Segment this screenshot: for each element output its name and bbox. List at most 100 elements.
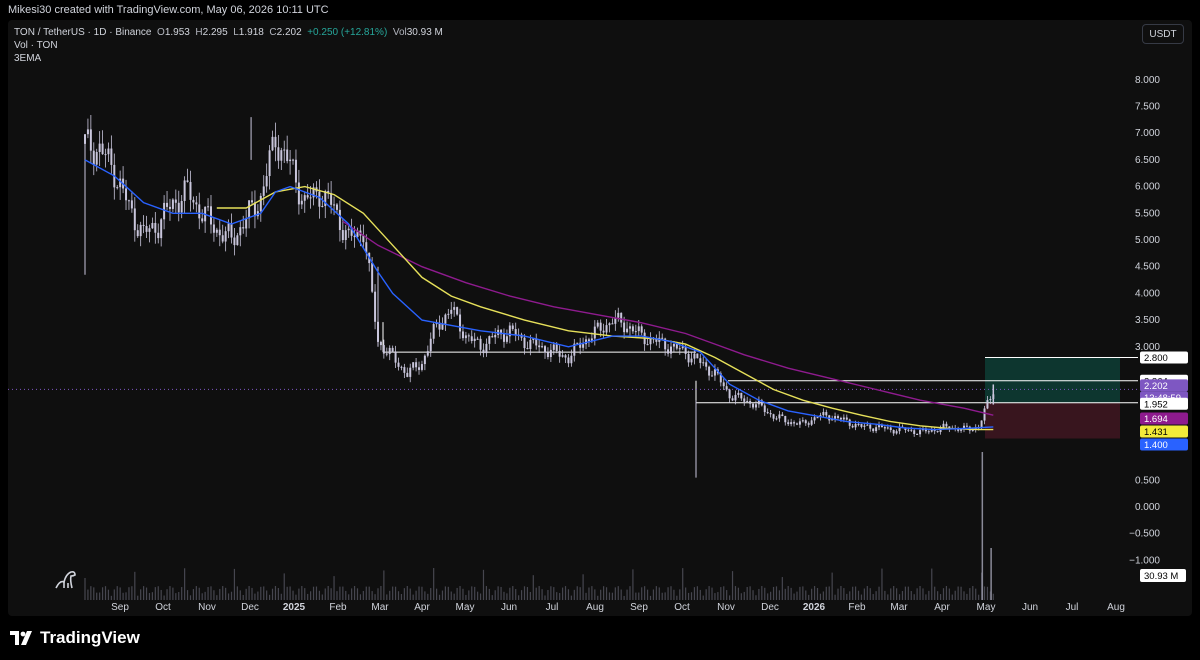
price-tag-text: 2.800 (1144, 353, 1168, 364)
volume-bar (963, 591, 965, 600)
candle-body (942, 423, 945, 428)
volume-bar (336, 591, 338, 600)
volume-bar (556, 592, 558, 600)
candle-body (889, 427, 892, 431)
candle-body (740, 392, 743, 399)
price-tag-text: 1.431 (1144, 427, 1168, 438)
x-axis-label: Sep (630, 602, 648, 613)
symbol-legend: TON / TetherUS · 1D · Binance O1.953 H2.… (14, 26, 443, 65)
legend-line-1: TON / TetherUS · 1D · Binance O1.953 H2.… (14, 27, 443, 38)
chart-panel[interactable]: 8.000 7.500 7.000 6.500 6.000 5.500 5.000 4.500… (8, 20, 1192, 616)
volume-bar (406, 586, 408, 600)
candle-body (576, 342, 579, 344)
candle-body (429, 338, 432, 352)
volume-bar (400, 593, 403, 600)
dino-icon[interactable] (54, 568, 80, 590)
volume-bar (655, 586, 657, 600)
candle-body (965, 425, 968, 427)
volume-bar (729, 595, 731, 600)
volume-bar (699, 589, 701, 600)
candle-body (274, 136, 277, 148)
volume-bar (465, 594, 467, 600)
x-axis-label: Mar (890, 602, 908, 613)
x-axis-label: Oct (155, 602, 171, 613)
candle-body (183, 180, 186, 202)
volume-bar (175, 593, 177, 600)
legend-symbol[interactable]: TON / TetherUS · 1D · Binance (14, 27, 151, 38)
volume-bar (248, 586, 250, 600)
candle-body (570, 355, 573, 364)
legend-line-2[interactable]: Vol · TON (14, 39, 443, 52)
candle-body (464, 335, 467, 339)
currency-button[interactable]: USDT (1142, 24, 1184, 44)
candle-body (341, 230, 344, 241)
volume-bar (690, 592, 693, 600)
volume-bar (348, 594, 350, 600)
volume-bar (538, 586, 540, 600)
candle-body (130, 200, 133, 209)
candle-body (869, 424, 872, 429)
candle-body (749, 400, 752, 404)
volume-bar (840, 586, 842, 600)
volume-bar (289, 586, 291, 600)
volume-bar (90, 586, 92, 600)
volume-bar (392, 586, 394, 600)
candle-body (286, 149, 289, 162)
candle-body (526, 348, 529, 350)
volume-bar (564, 586, 567, 600)
volume-bar (488, 588, 490, 600)
candle-body (476, 338, 479, 340)
volume-bar (547, 589, 549, 600)
volume-bar (937, 591, 939, 600)
x-axis-label: May (456, 602, 475, 613)
candle-body (875, 427, 878, 432)
candle-body (848, 419, 851, 426)
volume-bar (673, 589, 675, 600)
candle-body (913, 430, 916, 434)
candle-body (699, 358, 702, 363)
volume-bar (652, 589, 655, 600)
x-axis-label: Sep (111, 602, 129, 613)
volume-bar (421, 586, 423, 600)
tradingview-logo[interactable]: TradingView (10, 628, 140, 648)
volume-bar (670, 586, 672, 600)
volume-bar (541, 589, 543, 600)
candle-body (300, 200, 303, 205)
candle-body (297, 182, 300, 205)
candle-body (189, 181, 192, 200)
candle-body (154, 222, 157, 233)
candle-body (702, 362, 705, 364)
volume-bar (441, 590, 444, 600)
x-axis-label: Aug (1107, 602, 1125, 613)
candle-body (916, 433, 919, 435)
volume-bar (169, 586, 171, 600)
volume-bar (679, 589, 681, 600)
ema-slow-line (342, 220, 994, 416)
y-axis-label: 5.500 (1135, 208, 1160, 219)
volume-bar (957, 586, 959, 600)
volume-bar (825, 586, 827, 600)
candle-body (711, 375, 714, 377)
candle-body (678, 348, 681, 350)
volume-bar (353, 586, 356, 600)
y-axis-label: 8.000 (1135, 75, 1160, 86)
brand-name: TradingView (40, 628, 140, 647)
volume-bar (84, 578, 86, 600)
price-chart[interactable]: 8.000 7.500 7.000 6.500 6.000 5.500 5.000 4.500… (8, 20, 1192, 616)
volume-bar (107, 589, 110, 600)
candle-body (743, 398, 746, 402)
candle-body (620, 312, 623, 323)
candle-body (863, 425, 866, 427)
y-axis-label: 0.500 (1135, 475, 1160, 486)
candle-body (857, 423, 860, 425)
candle-body (804, 420, 807, 424)
candle-body (338, 209, 341, 231)
volume-bar (447, 586, 449, 600)
candle-body (851, 425, 854, 428)
candle-body (746, 400, 749, 402)
volume-bar (720, 587, 722, 600)
candle-body (127, 200, 130, 202)
x-axis-label: Jun (1022, 602, 1038, 613)
legend-line-3[interactable]: 3EMA (14, 52, 443, 65)
candle-body (333, 204, 336, 206)
